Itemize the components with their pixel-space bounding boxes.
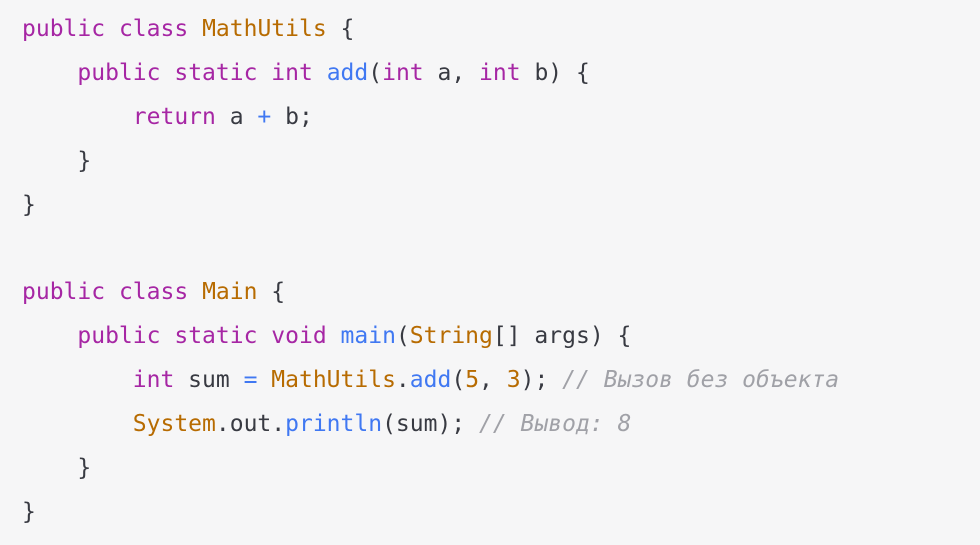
plain-token: );: [520, 367, 563, 394]
keyword-token: int: [479, 59, 521, 86]
comment-token: // Вызов без объекта: [562, 367, 840, 394]
plain-token: (: [368, 59, 383, 86]
plain-token: (: [451, 367, 466, 394]
code-line: }: [22, 184, 980, 228]
plain-token: a: [215, 103, 258, 130]
keyword-token: static: [174, 323, 258, 350]
function-token: main: [340, 323, 396, 350]
operator-token: =: [243, 367, 258, 394]
keyword-token: public: [22, 279, 106, 306]
code-block: public class MathUtils { public static i…: [0, 0, 980, 545]
keyword-token: void: [271, 323, 327, 350]
plain-token: .out.: [215, 411, 286, 438]
number-token: 3: [506, 367, 521, 394]
plain-token: sum: [174, 367, 244, 394]
number-token: 5: [465, 367, 480, 394]
keyword-token: int: [271, 59, 313, 86]
keyword-token: int: [132, 367, 175, 394]
keyword-token: class: [118, 16, 189, 42]
type-token: MathUtils: [202, 16, 327, 42]
code-line: System.out.println(sum); // Вывод: 8: [22, 403, 980, 447]
plain-token: (sum);: [382, 411, 479, 438]
type-token: MathUtils: [271, 367, 396, 394]
keyword-token: public: [77, 323, 161, 350]
code-line: public static void main(String[] args) {: [22, 315, 980, 359]
plain-token: .: [395, 367, 410, 394]
keyword-token: int: [382, 59, 424, 86]
plain-token: ,: [479, 367, 507, 394]
plain-token: {: [257, 279, 286, 306]
function-token: add: [409, 367, 452, 394]
plain-token: b;: [271, 103, 313, 130]
keyword-token: class: [118, 279, 189, 306]
plain-token: }: [22, 454, 92, 481]
keyword-token: return: [132, 103, 216, 130]
type-token: String: [409, 323, 493, 350]
plain-token: a,: [423, 59, 480, 86]
keyword-token: static: [174, 59, 258, 86]
function-token: println: [285, 411, 383, 438]
code-line: return a + b;: [22, 96, 980, 140]
keyword-token: public: [77, 59, 161, 86]
plain-token: b) {: [520, 59, 590, 86]
plain-token: }: [22, 147, 92, 174]
plain-token: (: [395, 323, 410, 350]
function-token: add: [326, 59, 369, 86]
comment-token: // Вывод: 8: [479, 411, 632, 438]
operator-token: +: [257, 103, 272, 130]
type-token: Main: [202, 279, 258, 306]
plain-token: {: [326, 16, 355, 42]
keyword-token: public: [22, 16, 106, 42]
code-line: public class MathUtils {: [22, 8, 980, 52]
code-line: }: [22, 140, 980, 184]
code-line: }: [22, 447, 980, 491]
code-line: public class Main {: [22, 271, 980, 315]
plain-token: }: [22, 498, 36, 525]
code-line: }: [22, 491, 980, 535]
plain-token: [] args) {: [492, 323, 632, 350]
type-token: System: [132, 411, 216, 438]
plain-token: }: [22, 191, 36, 218]
code-line: public static int add(int a, int b) {: [22, 52, 980, 96]
code-line: int sum = MathUtils.add(5, 3); // Вызов …: [22, 359, 980, 403]
